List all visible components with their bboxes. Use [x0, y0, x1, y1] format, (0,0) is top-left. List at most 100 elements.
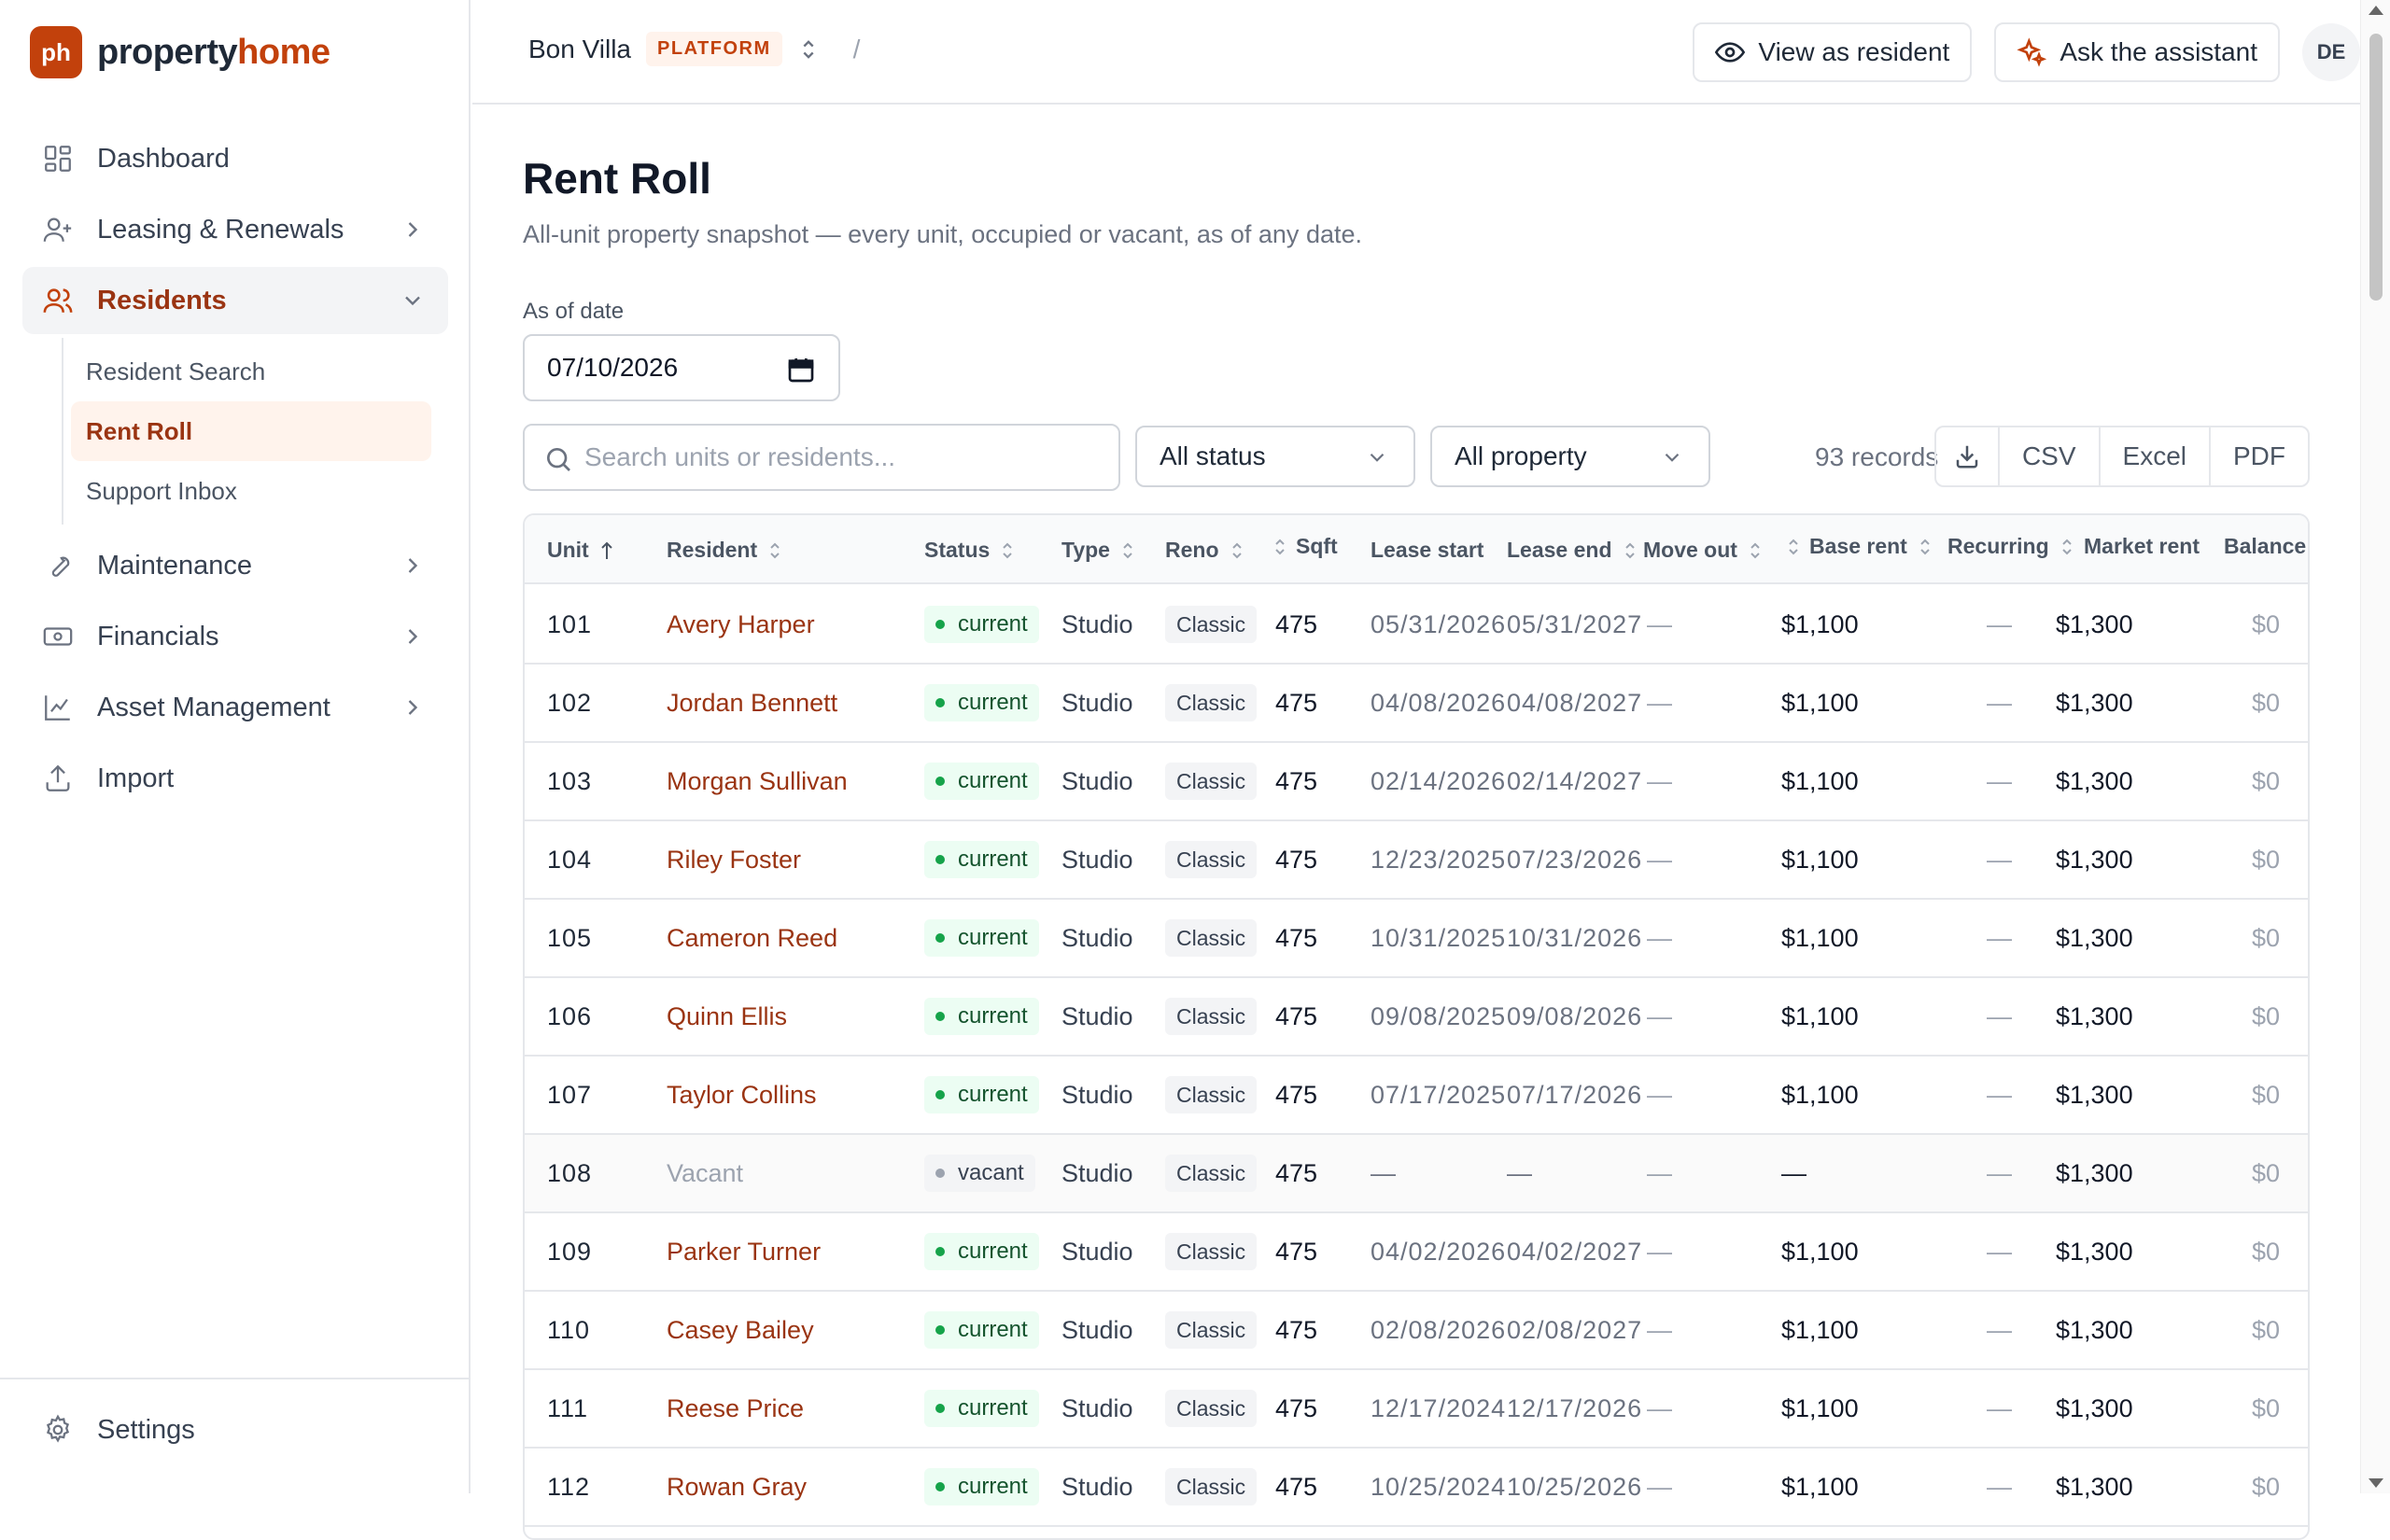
column-header-unit[interactable]: Unit: [547, 538, 615, 563]
property-switcher[interactable]: Bon Villa PLATFORM /: [528, 32, 860, 66]
unit-cell: 101: [547, 609, 593, 638]
column-header-status[interactable]: Status: [924, 538, 1016, 563]
status-badge: current: [924, 743, 1039, 819]
ask-assistant-button[interactable]: Ask the assistant: [1994, 22, 2280, 82]
sidebar-subitem-resident-search[interactable]: Resident Search: [71, 342, 431, 401]
export-excel-button[interactable]: Excel: [2098, 427, 2209, 485]
resident-link[interactable]: Jordan Bennett: [667, 665, 837, 741]
search-icon: [547, 448, 570, 471]
reno-tag: Classic: [1165, 821, 1258, 898]
column-header-recurring[interactable]: Recurring: [1947, 534, 2075, 559]
resident-link[interactable]: Casey Bailey: [667, 1292, 814, 1368]
sqft-cell: 475: [1275, 688, 1318, 717]
table-row[interactable]: 104 Riley Foster current Studio Classic 475 12…: [525, 821, 2308, 900]
resident-link[interactable]: Rowan Gray: [667, 1449, 807, 1525]
resident-link[interactable]: Parker Turner: [667, 1213, 821, 1290]
column-header-label: Base rent: [1809, 534, 1907, 558]
resident-link[interactable]: Avery Harper: [667, 586, 815, 663]
sidebar-item-label: Settings: [97, 1414, 195, 1445]
balance-cell: $0: [2252, 1315, 2281, 1344]
reno-label: Classic: [1165, 841, 1258, 878]
sidebar-item-dashboard[interactable]: Dashboard: [22, 125, 448, 192]
table-row[interactable]: 110 Casey Bailey current Studio Classic 475 02…: [525, 1292, 2308, 1370]
resident-link[interactable]: Cameron Reed: [667, 900, 837, 976]
sidebar-item-leasing[interactable]: Leasing & Renewals: [22, 196, 448, 263]
resident-link[interactable]: Reese Price: [667, 1370, 804, 1447]
sidebar-item-financials[interactable]: Financials: [22, 603, 448, 670]
lease-start-cell: 09/08/2025: [1371, 1001, 1507, 1030]
base-rent-cell: $1,100: [1781, 688, 1859, 717]
scroll-down-arrow[interactable]: [2369, 1478, 2383, 1488]
column-header-resident[interactable]: Resident: [667, 538, 783, 563]
sort-icon: [1920, 539, 1930, 554]
column-header-move-out[interactable]: Move out: [1643, 538, 1764, 563]
chevrons-up-down-icon[interactable]: [795, 36, 822, 63]
property-filter-select[interactable]: All property: [1430, 426, 1710, 487]
calendar-icon[interactable]: [786, 355, 816, 385]
reno-tag: Classic: [1165, 1135, 1258, 1211]
sidebar-item-import[interactable]: Import: [22, 745, 448, 812]
sidebar-item-label: Residents: [97, 285, 227, 315]
unit-cell: 105: [547, 923, 593, 952]
brand-logo[interactable]: ph propertyhome: [30, 24, 330, 80]
table-row[interactable]: 108 Vacant vacant Studio Classic 475 — — — — — $1,3…: [525, 1135, 2308, 1213]
sidebar-item-maintenance[interactable]: Maintenance: [22, 532, 448, 599]
resident-link[interactable]: Riley Foster: [667, 821, 801, 898]
table-row[interactable]: 101 Avery Harper current Studio Classic 475 05…: [525, 586, 2308, 665]
resident-link[interactable]: Quinn Ellis: [667, 978, 787, 1055]
column-header-sqft[interactable]: Sqft: [1272, 534, 1338, 559]
table-row[interactable]: 107 Taylor Collins current Studio Classic 475…: [525, 1057, 2308, 1135]
scroll-thumb[interactable]: [2369, 34, 2383, 301]
status-pill: current: [924, 1311, 1039, 1349]
user-avatar[interactable]: DE: [2302, 23, 2360, 81]
column-header-reno[interactable]: Reno: [1165, 538, 1245, 563]
status-pill: current: [924, 1468, 1039, 1505]
sort-icon: [1750, 542, 1760, 558]
unit-cell: 107: [547, 1080, 593, 1109]
move-out-cell: —: [1647, 1158, 1672, 1187]
column-header-label: Reno: [1165, 538, 1219, 562]
table-row[interactable]: 109 Parker Turner current Studio Classic 475 0…: [525, 1213, 2308, 1292]
status-filter-select[interactable]: All status: [1135, 426, 1415, 487]
move-out-cell: —: [1647, 1315, 1672, 1344]
view-as-resident-button[interactable]: View as resident: [1693, 22, 1973, 82]
scroll-up-arrow[interactable]: [2369, 6, 2383, 15]
resident-link[interactable]: Taylor Collins: [667, 1057, 817, 1133]
sidebar-item-settings[interactable]: Settings: [22, 1396, 448, 1463]
page-scrollbar[interactable]: [2360, 0, 2390, 1493]
unit-cell: 110: [547, 1315, 591, 1344]
sidebar-item-asset-management[interactable]: Asset Management: [22, 674, 448, 741]
recurring-cell: —: [1987, 1315, 2012, 1344]
column-header-base-rent[interactable]: Base rent: [1785, 534, 1933, 559]
search-input[interactable]: Search units or residents...: [523, 424, 1120, 491]
status-badge: current: [924, 900, 1039, 976]
table-row[interactable]: 105 Cameron Reed current Studio Classic 475 10…: [525, 900, 2308, 978]
column-header-balance[interactable]: Balance: [2224, 534, 2306, 559]
export-csv-button[interactable]: CSV: [1997, 427, 2099, 485]
reno-label: Classic: [1165, 763, 1258, 800]
column-header-type[interactable]: Type: [1061, 538, 1136, 563]
status-dot-icon: [935, 1404, 945, 1413]
unit-cell: 109: [547, 1237, 593, 1266]
lease-end-cell: 02/08/2027: [1507, 1315, 1643, 1344]
table-row[interactable]: 106 Quinn Ellis current Studio Classic 475 09/…: [525, 978, 2308, 1057]
resident-link[interactable]: Morgan Sullivan: [667, 743, 848, 819]
column-header-lease-end[interactable]: Lease end: [1507, 538, 1638, 563]
as-of-date-label: As of date: [523, 299, 625, 324]
sidebar-item-residents[interactable]: Residents: [22, 267, 448, 334]
as-of-date-input[interactable]: 07/10/2026: [523, 334, 840, 401]
export-pdf-button[interactable]: PDF: [2209, 427, 2308, 485]
sidebar-subitem-support-inbox[interactable]: Support Inbox: [71, 461, 431, 521]
download-button[interactable]: [1936, 427, 1998, 485]
table-row[interactable]: 102 Jordan Bennett current Studio Classic 475…: [525, 665, 2308, 743]
user-plus-icon: [41, 213, 75, 246]
move-out-cell: —: [1647, 1001, 1672, 1030]
column-header-lease-start[interactable]: Lease start: [1371, 538, 1483, 563]
sidebar-subitem-rent-roll[interactable]: Rent Roll: [71, 401, 431, 461]
table-row[interactable]: 111 Reese Price current Studio Classic 475 12/…: [525, 1370, 2308, 1449]
type-cell: Studio: [1061, 923, 1133, 952]
sort-icon: [2061, 539, 2072, 554]
table-row[interactable]: 112 Rowan Gray current Studio Classic 475 10/2…: [525, 1449, 2308, 1527]
table-row[interactable]: 103 Morgan Sullivan current Studio Classic 47…: [525, 743, 2308, 821]
column-header-market-rent[interactable]: Market rent: [2084, 534, 2200, 559]
